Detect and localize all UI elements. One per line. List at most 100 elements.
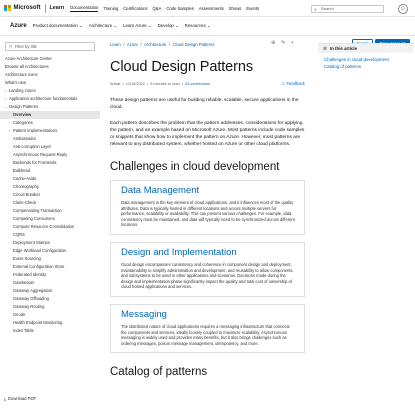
feedback-button[interactable]: ☺ Feedback [281, 81, 305, 86]
article-meta: Article • 12/16/2022 • 5 minutes to read… [110, 80, 305, 88]
sidebar-item[interactable]: Browse all Architectures [0, 63, 100, 71]
sidebar-item[interactable]: Claim-Check [0, 199, 100, 207]
share-icon[interactable]: • [291, 40, 293, 46]
sidebar-item[interactable]: Health Endpoint Monitoring [0, 319, 100, 327]
sidebar-item[interactable]: Azure Architecture Center [0, 55, 100, 63]
sidebar-item[interactable]: › Categories [0, 119, 100, 127]
sidebar-item[interactable]: Edge Workload Configuration [0, 247, 100, 255]
challenge-card[interactable]: Design and Implementation Good design enc… [110, 241, 305, 297]
sidebar-item[interactable]: Compensating Transaction [0, 207, 100, 215]
product-title[interactable]: Azure [10, 23, 27, 29]
meta-type: Article [110, 82, 121, 86]
global-nav-item[interactable]: Assessments [199, 6, 224, 11]
sidebar-item[interactable]: Circuit Breaker [0, 191, 100, 199]
feedback-label: Feedback [286, 81, 305, 86]
card-title[interactable]: Messaging [121, 309, 296, 320]
sidebar-item[interactable]: Index Table [0, 327, 100, 335]
challenge-card[interactable]: Messaging The distributed nature of cloud… [110, 303, 305, 354]
rail-link-catalog[interactable]: Catalog of patterns [318, 64, 413, 70]
sidebar-item-label: Asynchronous Request-Reply [13, 152, 68, 157]
sidebar-item[interactable]: Geode [0, 311, 100, 319]
sidebar-item[interactable]: Gateway Offloading [0, 295, 100, 303]
microsoft-logo-icon[interactable] [4, 4, 11, 12]
sidebar-item[interactable]: External Configuration Store [0, 263, 100, 271]
filter-icon: ▽ [9, 43, 13, 49]
sidebar-item-label: Bulkhead [13, 168, 31, 173]
sidebar-item-label: Competing Consumers [13, 216, 55, 221]
sidebar-item-label: Cache-Aside [13, 176, 37, 181]
breadcrumb-item[interactable]: Learn [110, 42, 121, 47]
global-nav-item[interactable]: Documentation [70, 5, 99, 12]
challenge-card[interactable]: Data Management Data management is the ke… [110, 180, 305, 235]
card-title[interactable]: Design and Implementation [121, 247, 296, 258]
global-nav-item[interactable]: Code Samples [166, 6, 193, 11]
sidebar-item[interactable]: Ambassador [0, 135, 100, 143]
toc-list: Azure Architecture Center Browse all Arch… [0, 55, 100, 335]
global-nav-item[interactable]: Q&A [153, 6, 162, 11]
sidebar-item[interactable]: Backends for Frontends [0, 159, 100, 167]
in-this-article-title: In this article [329, 46, 358, 51]
breadcrumb-item[interactable]: Architecture [144, 42, 166, 47]
challenges-heading: Challenges in cloud development [110, 161, 280, 173]
product-nav-item[interactable]: Product documentation ⌄ [33, 23, 83, 29]
global-nav-item[interactable]: Shows [229, 6, 242, 11]
sidebar-item[interactable]: Overview [0, 111, 100, 119]
global-nav-item[interactable]: Training [103, 6, 118, 11]
sidebar-item[interactable]: What's new [0, 79, 100, 87]
sidebar-item-label: Pattern implementations [13, 128, 58, 133]
article-actions: ⊕ ✎ • [271, 40, 293, 46]
sidebar-item-label: Federated Identity [13, 272, 46, 277]
sidebar-item[interactable]: CQRS [0, 231, 100, 239]
sidebar-item[interactable]: Cache-Aside [0, 175, 100, 183]
brand-name[interactable]: Microsoft [14, 5, 41, 11]
sidebar-item[interactable]: Architecture icons [0, 71, 100, 79]
global-nav-item[interactable]: Events [246, 6, 259, 11]
sidebar-item[interactable]: Anti-corruption Layer [0, 143, 100, 151]
card-description: Good design encompasses consistency and … [121, 261, 293, 290]
sidebar-item-label: Overview [13, 112, 32, 117]
sidebar-item[interactable]: ⌄ Design Patterns [0, 103, 100, 111]
sidebar-item[interactable]: › Application architecture fundamentals [0, 95, 100, 103]
global-nav-item[interactable]: Certifications [123, 6, 147, 11]
breadcrumb-separator: / [168, 41, 171, 47]
sidebar-item-label: Choreography [13, 184, 39, 189]
sidebar-item[interactable]: Deployment Stamps [0, 239, 100, 247]
body-paragraph: Each pattern describes the problem that … [110, 121, 305, 147]
challenge-cards: Data Management Data management is the ke… [110, 180, 305, 354]
download-pdf-link[interactable]: ⤓ Download PDF [4, 396, 36, 401]
product-nav-item[interactable]: Resources ⌄ [185, 23, 211, 29]
sidebar-item-label: Circuit Breaker [13, 192, 41, 197]
product-nav-item[interactable]: Develop ⌄ [158, 23, 179, 29]
profile-avatar-icon[interactable]: ☺ [398, 3, 408, 14]
search-icon: ⌕ [314, 7, 317, 13]
sidebar-item[interactable]: Choreography [0, 183, 100, 191]
sidebar-item-label: External Configuration Store [13, 264, 65, 269]
add-collection-icon[interactable]: ⊕ [271, 40, 275, 46]
sidebar-item[interactable]: › Landing zones [0, 87, 100, 95]
sidebar-item-label: Geode [13, 312, 26, 317]
sidebar-item[interactable]: › Pattern implementations [0, 127, 100, 135]
sidebar-item[interactable]: Bulkhead [0, 167, 100, 175]
breadcrumb-item[interactable]: Cloud Design Patterns [173, 42, 215, 47]
sidebar-item[interactable]: Event Sourcing [0, 255, 100, 263]
table-of-contents: ▽ Filter by title Azure Architecture Cen… [0, 38, 100, 415]
sidebar-item[interactable]: Gateway Aggregation [0, 287, 100, 295]
sidebar-item[interactable]: Federated Identity [0, 271, 100, 279]
catalog-heading: Catalog of patterns [110, 366, 208, 379]
sidebar-item[interactable]: Compute Resource Consolidation [0, 223, 100, 231]
search-input[interactable]: ⌕ Search [311, 4, 384, 13]
product-nav-item[interactable]: Learn Azure ⌄ [123, 23, 152, 29]
product-nav-item[interactable]: Architecture ⌄ [89, 23, 117, 29]
sidebar-item[interactable]: Competing Consumers [0, 215, 100, 223]
sidebar-item[interactable]: Gatekeeper [0, 279, 100, 287]
meta-separator: • [122, 82, 124, 86]
sidebar-item[interactable]: Gateway Routing [0, 303, 100, 311]
sidebar-item[interactable]: Asynchronous Request-Reply [0, 151, 100, 159]
filter-input[interactable]: ▽ Filter by title [5, 42, 95, 51]
card-title[interactable]: Data Management [121, 185, 296, 196]
breadcrumb-item[interactable]: Azure [127, 42, 138, 47]
edit-icon[interactable]: ✎ [281, 40, 285, 46]
product-name[interactable]: Learn [50, 5, 65, 11]
contributors-link[interactable]: 24 contributors [185, 82, 210, 86]
rail-link-challenges[interactable]: Challenges in cloud development [318, 57, 413, 63]
